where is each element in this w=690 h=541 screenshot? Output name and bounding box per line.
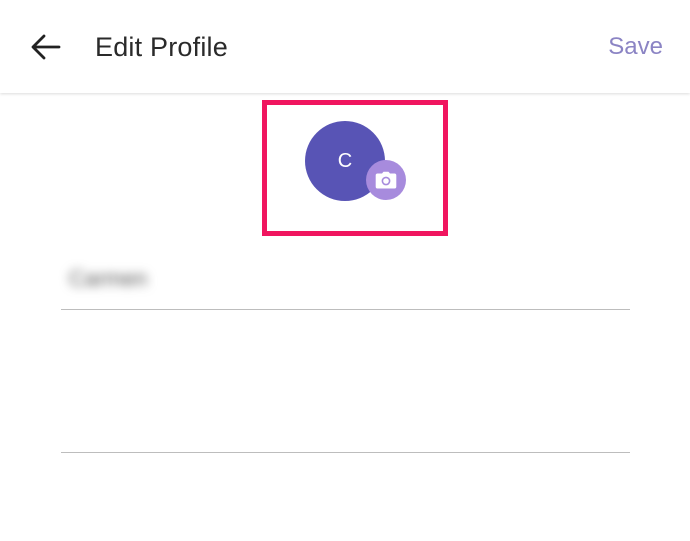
arrow-left-icon (31, 34, 61, 60)
camera-icon (375, 171, 397, 189)
save-button[interactable]: Save (608, 32, 663, 62)
edit-profile-screen: Edit Profile Save C Carmen (0, 0, 690, 541)
avatar-initial: C (337, 149, 353, 172)
name-value: Carmen (69, 266, 148, 291)
back-button[interactable] (26, 27, 66, 67)
change-photo-button[interactable] (366, 160, 406, 200)
page-title: Edit Profile (95, 32, 228, 62)
name-field[interactable]: Carmen (61, 258, 630, 310)
bio-field[interactable] (61, 312, 630, 453)
app-bar: Edit Profile Save (0, 0, 690, 93)
